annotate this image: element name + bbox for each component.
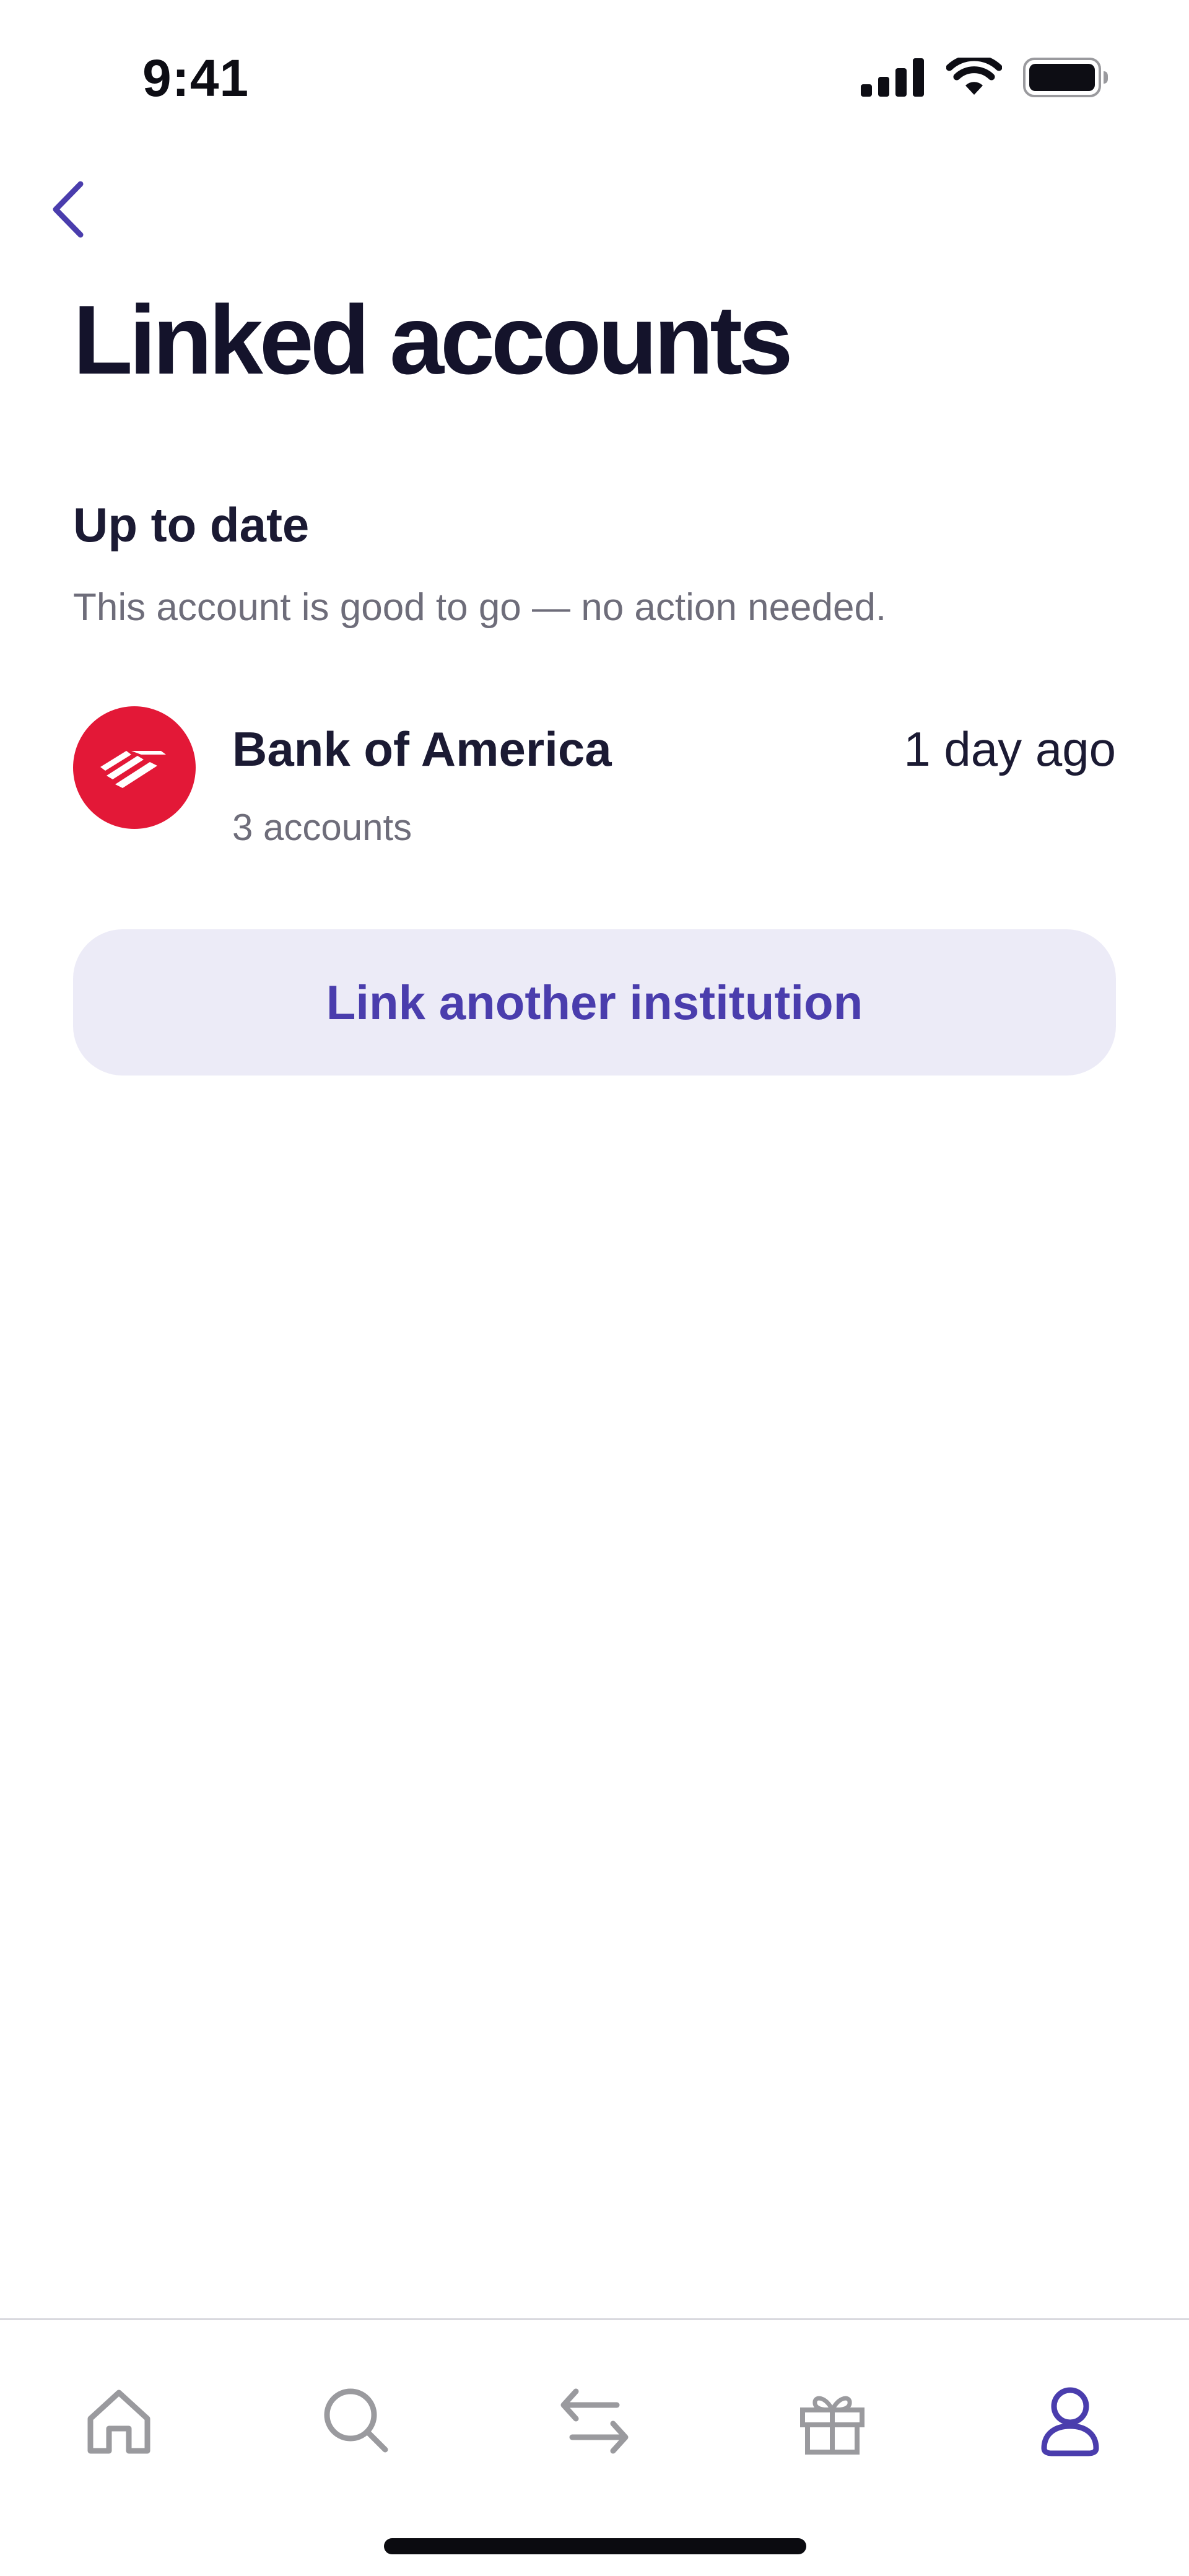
status-bar: 9:41 — [0, 0, 1189, 149]
back-button[interactable] — [37, 173, 99, 248]
search-icon — [320, 2384, 394, 2461]
nav-rewards[interactable] — [770, 2360, 894, 2484]
nav-home[interactable] — [57, 2360, 181, 2484]
status-time: 9:41 — [142, 49, 250, 107]
home-indicator — [384, 2538, 806, 2554]
nav-profile[interactable] — [1008, 2360, 1132, 2484]
gift-icon — [795, 2384, 869, 2461]
home-icon — [82, 2384, 156, 2461]
institution-accounts-count: 3 accounts — [232, 807, 412, 848]
bank-of-america-logo-icon — [73, 706, 196, 829]
transfer-icon — [557, 2384, 632, 2461]
section-description: This account is good to go — no action n… — [73, 586, 887, 629]
institution-name: Bank of America — [232, 722, 612, 776]
battery-icon — [1023, 57, 1108, 100]
page-title: Linked accounts — [73, 286, 793, 395]
nav-search[interactable] — [295, 2360, 419, 2484]
wifi-icon — [946, 54, 1003, 100]
status-icons — [861, 54, 1108, 100]
last-updated: 1 day ago — [904, 722, 1116, 776]
profile-icon — [1033, 2384, 1107, 2461]
link-another-institution-button[interactable]: Link another institution — [73, 929, 1116, 1076]
nav-transfer[interactable] — [533, 2360, 656, 2484]
chevron-left-icon — [50, 180, 87, 242]
bottom-nav — [0, 2318, 1189, 2576]
cellular-signal-icon — [861, 58, 925, 100]
account-row-bank-of-america[interactable]: Bank of America 3 accounts 1 day ago — [73, 706, 1116, 848]
section-title: Up to date — [73, 497, 310, 552]
